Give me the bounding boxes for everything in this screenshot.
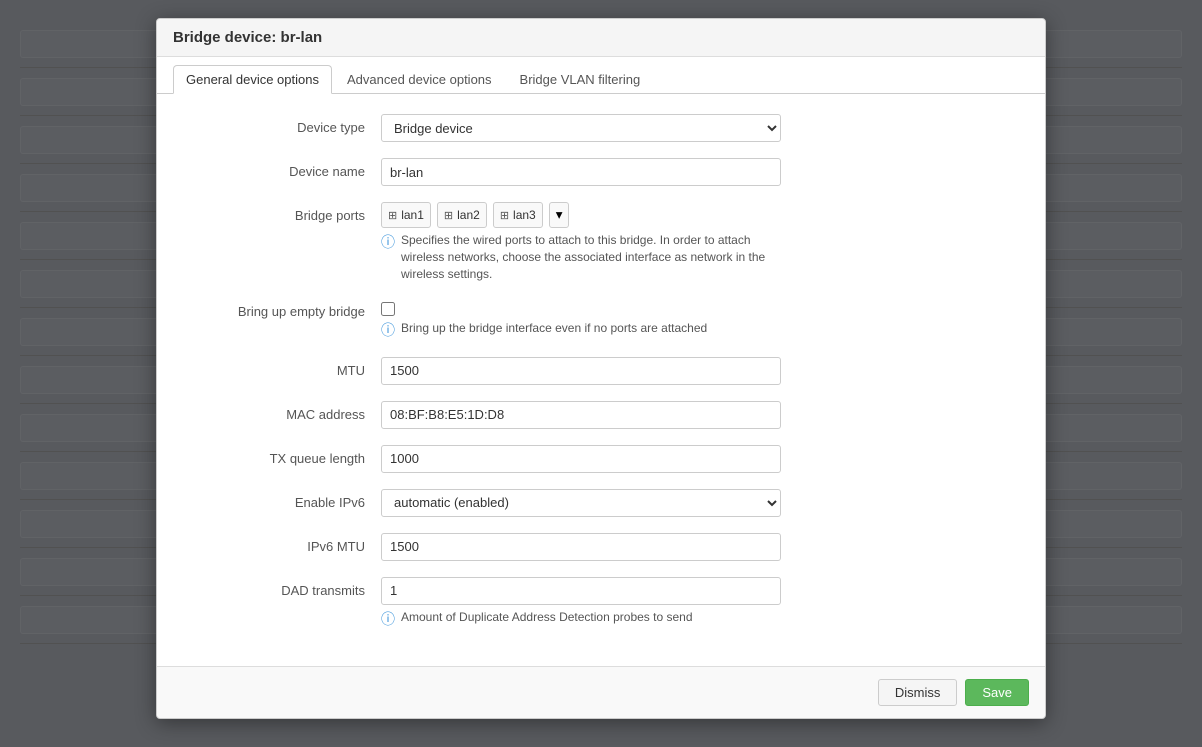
tx-queue-input[interactable]: [381, 445, 781, 473]
port-badge-lan2[interactable]: ⊞ lan2: [437, 202, 487, 228]
dismiss-button[interactable]: Dismiss: [878, 679, 958, 706]
device-type-wrap: Bridge device: [381, 114, 781, 142]
mtu-input[interactable]: [381, 357, 781, 385]
tab-vlan[interactable]: Bridge VLAN filtering: [507, 65, 654, 94]
bring-up-empty-checkbox-wrap: [381, 298, 781, 316]
device-name-wrap: [381, 158, 781, 186]
mac-address-wrap: [381, 401, 781, 429]
label-device-type: Device type: [181, 114, 381, 135]
device-name-input[interactable]: [381, 158, 781, 186]
mac-address-input[interactable]: [381, 401, 781, 429]
form-row-device-type: Device type Bridge device: [181, 114, 1021, 142]
label-mac-address: MAC address: [181, 401, 381, 422]
bring-up-empty-checkbox[interactable]: [381, 302, 395, 316]
dad-transmits-info-text: Amount of Duplicate Address Detection pr…: [401, 609, 693, 626]
info-icon-bring-up-empty: ⓘ: [381, 321, 395, 341]
label-bridge-ports: Bridge ports: [181, 202, 381, 223]
modal-header: Bridge device: br-lan: [157, 19, 1045, 57]
ipv6-mtu-wrap: [381, 533, 781, 561]
modal-dialog: Bridge device: br-lan General device opt…: [156, 18, 1046, 719]
form-row-dad-transmits: DAD transmits ⓘ Amount of Duplicate Addr…: [181, 577, 1021, 630]
port-icon-lan2: ⊞: [444, 209, 453, 222]
form-row-mtu: MTU: [181, 357, 1021, 385]
bring-up-empty-info: ⓘ Bring up the bridge interface even if …: [381, 320, 781, 341]
tab-general[interactable]: General device options: [173, 65, 332, 94]
mtu-wrap: [381, 357, 781, 385]
bring-up-empty-info-text: Bring up the bridge interface even if no…: [401, 320, 707, 337]
form-row-enable-ipv6: Enable IPv6 automatic (enabled): [181, 489, 1021, 517]
label-bring-up-empty: Bring up empty bridge: [181, 298, 381, 319]
modal-tabs: General device options Advanced device o…: [157, 57, 1045, 94]
bring-up-empty-wrap: ⓘ Bring up the bridge interface even if …: [381, 298, 781, 341]
form-row-mac-address: MAC address: [181, 401, 1021, 429]
port-badge-lan1[interactable]: ⊞ lan1: [381, 202, 431, 228]
label-tx-queue: TX queue length: [181, 445, 381, 466]
modal-title: Bridge device: br-lan: [173, 29, 322, 46]
label-mtu: MTU: [181, 357, 381, 378]
bridge-ports-wrap: ⊞ lan1 ⊞ lan2 ⊞ lan3 ▾: [381, 202, 781, 282]
enable-ipv6-select[interactable]: automatic (enabled): [381, 489, 781, 517]
label-device-name: Device name: [181, 158, 381, 179]
port-label-lan3: lan3: [513, 208, 536, 222]
dad-transmits-input[interactable]: [381, 577, 781, 605]
form-row-ipv6-mtu: IPv6 MTU: [181, 533, 1021, 561]
ipv6-mtu-input[interactable]: [381, 533, 781, 561]
bridge-ports-info: ⓘ Specifies the wired ports to attach to…: [381, 232, 781, 282]
port-badge-lan3[interactable]: ⊞ lan3: [493, 202, 543, 228]
bridge-ports-info-text: Specifies the wired ports to attach to t…: [401, 232, 781, 282]
port-label-lan1: lan1: [401, 208, 424, 222]
tab-advanced[interactable]: Advanced device options: [334, 65, 505, 94]
label-ipv6-mtu: IPv6 MTU: [181, 533, 381, 554]
port-icon-lan3: ⊞: [500, 209, 509, 222]
form-row-device-name: Device name: [181, 158, 1021, 186]
dad-transmits-wrap: ⓘ Amount of Duplicate Address Detection …: [381, 577, 781, 630]
port-add-dropdown[interactable]: ▾: [549, 202, 570, 228]
info-icon-bridge-ports: ⓘ: [381, 233, 395, 253]
form-row-bring-up-empty: Bring up empty bridge ⓘ Bring up the bri…: [181, 298, 1021, 341]
enable-ipv6-wrap: automatic (enabled): [381, 489, 781, 517]
port-label-lan2: lan2: [457, 208, 480, 222]
form-row-bridge-ports: Bridge ports ⊞ lan1 ⊞ lan2 ⊞ la: [181, 202, 1021, 282]
form-row-tx-queue: TX queue length: [181, 445, 1021, 473]
label-dad-transmits: DAD transmits: [181, 577, 381, 598]
device-type-select[interactable]: Bridge device: [381, 114, 781, 142]
info-icon-dad-transmits: ⓘ: [381, 610, 395, 630]
label-enable-ipv6: Enable IPv6: [181, 489, 381, 510]
tx-queue-wrap: [381, 445, 781, 473]
bridge-ports-container: ⊞ lan1 ⊞ lan2 ⊞ lan3 ▾: [381, 202, 781, 228]
save-button[interactable]: Save: [965, 679, 1029, 706]
modal-body: Device type Bridge device Device name Br…: [157, 94, 1045, 666]
port-icon-lan1: ⊞: [388, 209, 397, 222]
dad-transmits-info: ⓘ Amount of Duplicate Address Detection …: [381, 609, 781, 630]
modal-footer: Dismiss Save: [157, 666, 1045, 718]
